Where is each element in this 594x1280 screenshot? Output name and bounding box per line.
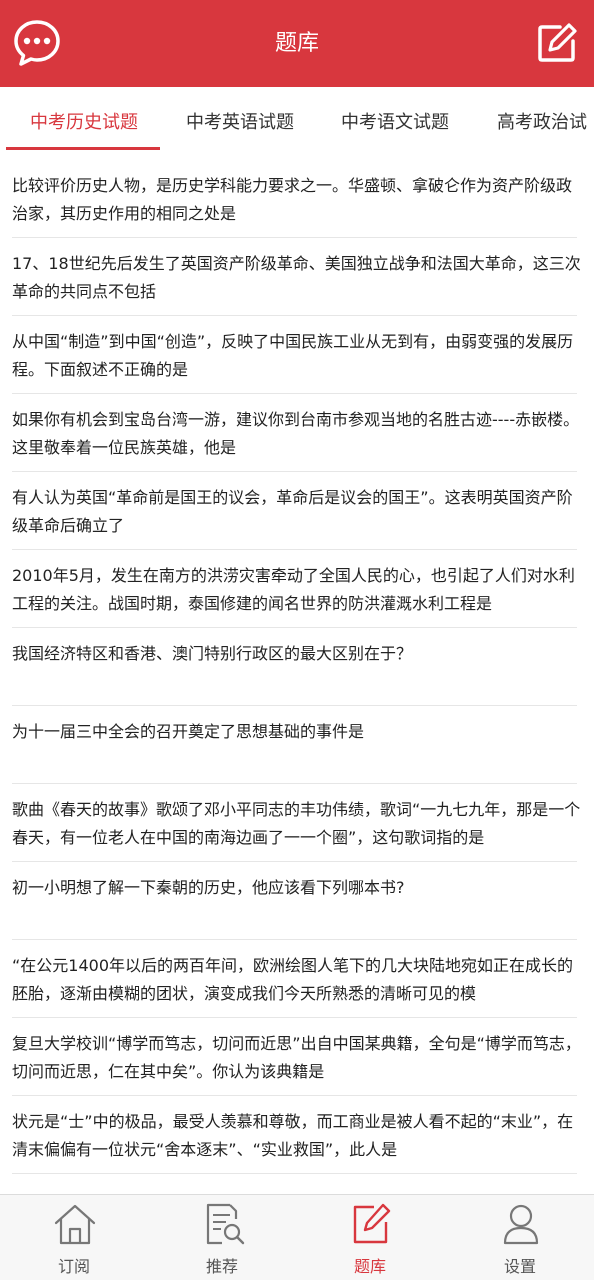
nav-label: 设置: [503, 1257, 536, 1276]
question-text: 状元是“士”中的极品，最受人羡慕和尊敬，而工商业是被人看不起的“末业”，在清末偏…: [12, 1112, 574, 1159]
document-search-icon: [200, 1201, 246, 1247]
edit-icon: [348, 1201, 394, 1247]
question-text: 从中国“制造”到中国“创造”，反映了中国民族工业从无到有，由弱变强的发展历程。下…: [12, 332, 574, 379]
user-icon: [498, 1201, 544, 1247]
question-text: 如果你有机会到宝岛台湾一游，建议你到台南市参观当地的名胜古迹----赤嵌楼。这里…: [12, 410, 580, 457]
list-item[interactable]: 比较评价历史人物，是历史学科能力要求之一。华盛顿、拿破仑作为资产阶级政治家，其历…: [12, 160, 577, 238]
list-item[interactable]: 2010年5月，发生在南方的洪涝灾害牵动了全国人民的心，也引起了人们对水利工程的…: [12, 550, 577, 628]
nav-item-settings[interactable]: 设置: [446, 1195, 594, 1280]
question-text: 比较评价历史人物，是历史学科能力要求之一。华盛顿、拿破仑作为资产阶级政治家，其历…: [12, 176, 573, 223]
bottom-nav: 订阅 推荐 题库 设置: [0, 1194, 594, 1280]
question-text: 有人认为英国“革命前是国王的议会，革命后是议会的国王”。这表明英国资产阶级革命后…: [12, 488, 573, 535]
nav-item-subscribe[interactable]: 订阅: [0, 1195, 148, 1280]
nav-item-recommend[interactable]: 推荐: [148, 1195, 296, 1280]
list-item[interactable]: 从中国“制造”到中国“创造”，反映了中国民族工业从无到有，由弱变强的发展历程。下…: [12, 316, 577, 394]
app-header: 题库: [0, 0, 594, 87]
list-item[interactable]: 17、18世纪先后发生了英国资产阶级革命、美国独立战争和法国大革命，这三次革命的…: [12, 238, 581, 316]
question-text: 我国经济特区和香港、澳门特别行政区的最大区别在于？: [12, 644, 413, 663]
question-text: 复旦大学校训“博学而笃志，切问而近思”出自中国某典籍，全句是“博学而笃志，切问而…: [12, 1034, 581, 1081]
nav-item-question-bank[interactable]: 题库: [296, 1195, 444, 1280]
question-text: 17、18世纪先后发生了英国资产阶级革命、美国独立战争和法国大革命，这三次革命的…: [12, 254, 581, 301]
list-item[interactable]: 我国经济特区和香港、澳门特别行政区的最大区别在于？: [12, 628, 577, 706]
list-item[interactable]: 如果你有机会到宝岛台湾一游，建议你到台南市参观当地的名胜古迹----赤嵌楼。这里…: [12, 394, 579, 472]
nav-label: 题库: [353, 1257, 386, 1276]
page-title: 题库: [274, 31, 319, 56]
tab-english[interactable]: 中考英语试题: [186, 87, 294, 149]
list-item[interactable]: 有人认为英国“革命前是国王的议会，革命后是议会的国王”。这表明英国资产阶级革命后…: [12, 472, 577, 550]
nav-label: 订阅: [57, 1257, 90, 1276]
tab-history[interactable]: 中考历史试题: [30, 87, 138, 149]
tab-politics[interactable]: 高考政治试: [497, 87, 587, 149]
tab-chinese[interactable]: 中考语文试题: [341, 87, 449, 149]
question-text: “在公元1400年以后的两百年间，欧洲绘图人笔下的几大块陆地宛如正在成长的胚胎，…: [12, 956, 574, 1003]
edit-icon[interactable]: [536, 22, 578, 64]
question-text: 初一小明想了解一下秦朝的历史，他应该看下列哪本书?: [12, 878, 405, 897]
question-text: 为十一届三中全会的召开奠定了思想基础的事件是: [12, 722, 365, 741]
nav-label: 推荐: [205, 1257, 238, 1276]
list-item[interactable]: 歌曲《春天的故事》歌颂了邓小平同志的丰功伟绩，歌词“一九七九年，那是一个春天，有…: [12, 784, 580, 862]
question-text: 2010年5月，发生在南方的洪涝灾害牵动了全国人民的心，也引起了人们对水利工程的…: [12, 566, 575, 613]
question-list[interactable]: 比较评价历史人物，是历史学科能力要求之一。华盛顿、拿破仑作为资产阶级政治家，其历…: [0, 160, 594, 1194]
category-tabs: 中考历史试题 中考英语试题 中考语文试题 高考政治试: [0, 87, 594, 149]
list-item[interactable]: 初一小明想了解一下秦朝的历史，他应该看下列哪本书?: [12, 862, 577, 940]
list-item[interactable]: 状元是“士”中的极品，最受人羡慕和尊敬，而工商业是被人看不起的“末业”，在清末偏…: [12, 1096, 577, 1174]
list-item[interactable]: 为十一届三中全会的召开奠定了思想基础的事件是: [12, 706, 577, 784]
question-text: 歌曲《春天的故事》歌颂了邓小平同志的丰功伟绩，歌词“一九七九年，那是一个春天，有…: [12, 800, 581, 847]
list-item[interactable]: “在公元1400年以后的两百年间，欧洲绘图人笔下的几大块陆地宛如正在成长的胚胎，…: [12, 940, 577, 1018]
home-icon: [52, 1201, 98, 1247]
list-item[interactable]: 复旦大学校训“博学而笃志，切问而近思”出自中国某典籍，全句是“博学而笃志，切问而…: [12, 1018, 581, 1096]
active-tab-indicator: [6, 147, 160, 150]
